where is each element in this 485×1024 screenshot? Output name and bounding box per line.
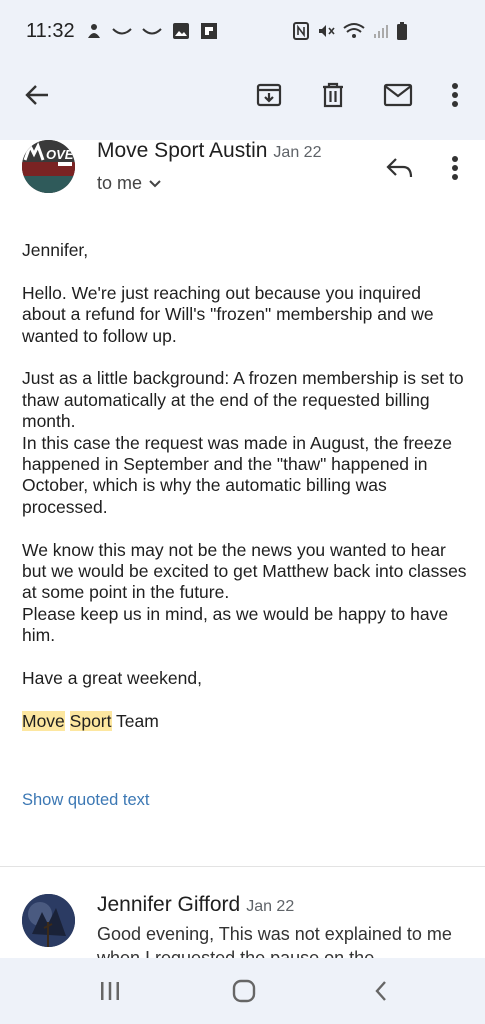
status-bar: 11:32: [0, 0, 485, 64]
email-paragraph: Just as a little background: A frozen me…: [22, 368, 464, 432]
more-vert-icon: [452, 156, 458, 180]
highlighted-word: Move: [22, 710, 65, 731]
email-paragraph: In this case the request was made in Aug…: [22, 432, 452, 517]
email-paragraph: Please keep us in mind, as we would be h…: [22, 603, 449, 646]
message-divider: [0, 866, 485, 867]
back-button[interactable]: [22, 80, 52, 110]
back-nav-button[interactable]: [366, 978, 396, 1004]
profile-photo-icon: [22, 894, 75, 947]
signal-icon: [374, 25, 388, 38]
delete-icon: [323, 82, 343, 108]
more-vert-icon: [452, 83, 458, 107]
mark-unread-button[interactable]: [382, 80, 414, 110]
back-chevron-icon: [375, 981, 386, 1001]
email-date: Jan 22: [273, 144, 322, 161]
signature-word: Team: [116, 710, 159, 731]
sender2-name-row: Jennifer Gifford Jan 22: [97, 893, 294, 917]
email-body: Jennifer, Hello. We're just reaching out…: [22, 240, 467, 754]
svg-text:OVE: OVE: [46, 147, 74, 162]
status-right-icons: [293, 22, 407, 40]
email2-date: Jan 22: [246, 898, 295, 915]
battery-icon: [397, 22, 407, 40]
gallery-icon: [173, 23, 189, 39]
back-icon: [25, 85, 48, 105]
archive-icon: [256, 83, 282, 107]
recipient-toggle[interactable]: to me: [97, 173, 162, 194]
home-button[interactable]: [229, 976, 259, 1006]
email-greeting: Jennifer,: [22, 240, 89, 260]
sender-name-row: Move Sport Austin Jan 22: [97, 139, 321, 163]
sender2-avatar[interactable]: [22, 894, 75, 947]
notification-icon: [88, 24, 100, 38]
email-signature: Move Sport Team: [22, 710, 467, 732]
nfc-icon: [293, 22, 309, 40]
more-options-button[interactable]: [443, 80, 467, 110]
mail-icon: [383, 83, 413, 107]
email-closing: Have a great weekend,: [22, 668, 202, 689]
delete-button[interactable]: [318, 80, 348, 110]
reply-icon: [386, 158, 413, 178]
recipient-label: to me: [97, 173, 143, 193]
move-sport-logo-icon: OVE: [22, 140, 75, 193]
missed-call-icon: [142, 28, 162, 35]
flipboard-icon: [201, 23, 217, 39]
system-nav-bar: [0, 958, 485, 1024]
recent-apps-icon: [101, 982, 119, 1000]
email-toolbar: [0, 64, 485, 140]
recent-apps-button[interactable]: [95, 978, 125, 1004]
sender2-name[interactable]: Jennifer Gifford: [97, 893, 240, 916]
sender-avatar[interactable]: OVE: [22, 140, 75, 193]
highlighted-word: Sport: [69, 710, 112, 731]
status-left-icons: [86, 22, 218, 40]
wifi-icon: [343, 23, 365, 38]
show-quoted-text-link[interactable]: Show quoted text: [22, 791, 150, 810]
email-paragraph: Hello. We're just reaching out because y…: [22, 282, 434, 346]
reply-button[interactable]: [385, 154, 415, 182]
message-snippet[interactable]: Good evening, This was not explained to …: [97, 922, 467, 959]
home-icon: [232, 979, 256, 1003]
email-paragraph: We know this may not be the news you wan…: [22, 539, 467, 603]
mute-icon: [319, 25, 335, 37]
archive-button[interactable]: [254, 80, 284, 110]
missed-call-icon: [112, 28, 132, 35]
message-more-button[interactable]: [443, 154, 467, 182]
status-time: 11:32: [26, 20, 75, 42]
sender-name[interactable]: Move Sport Austin: [97, 139, 267, 162]
chevron-down-icon: [149, 179, 161, 187]
